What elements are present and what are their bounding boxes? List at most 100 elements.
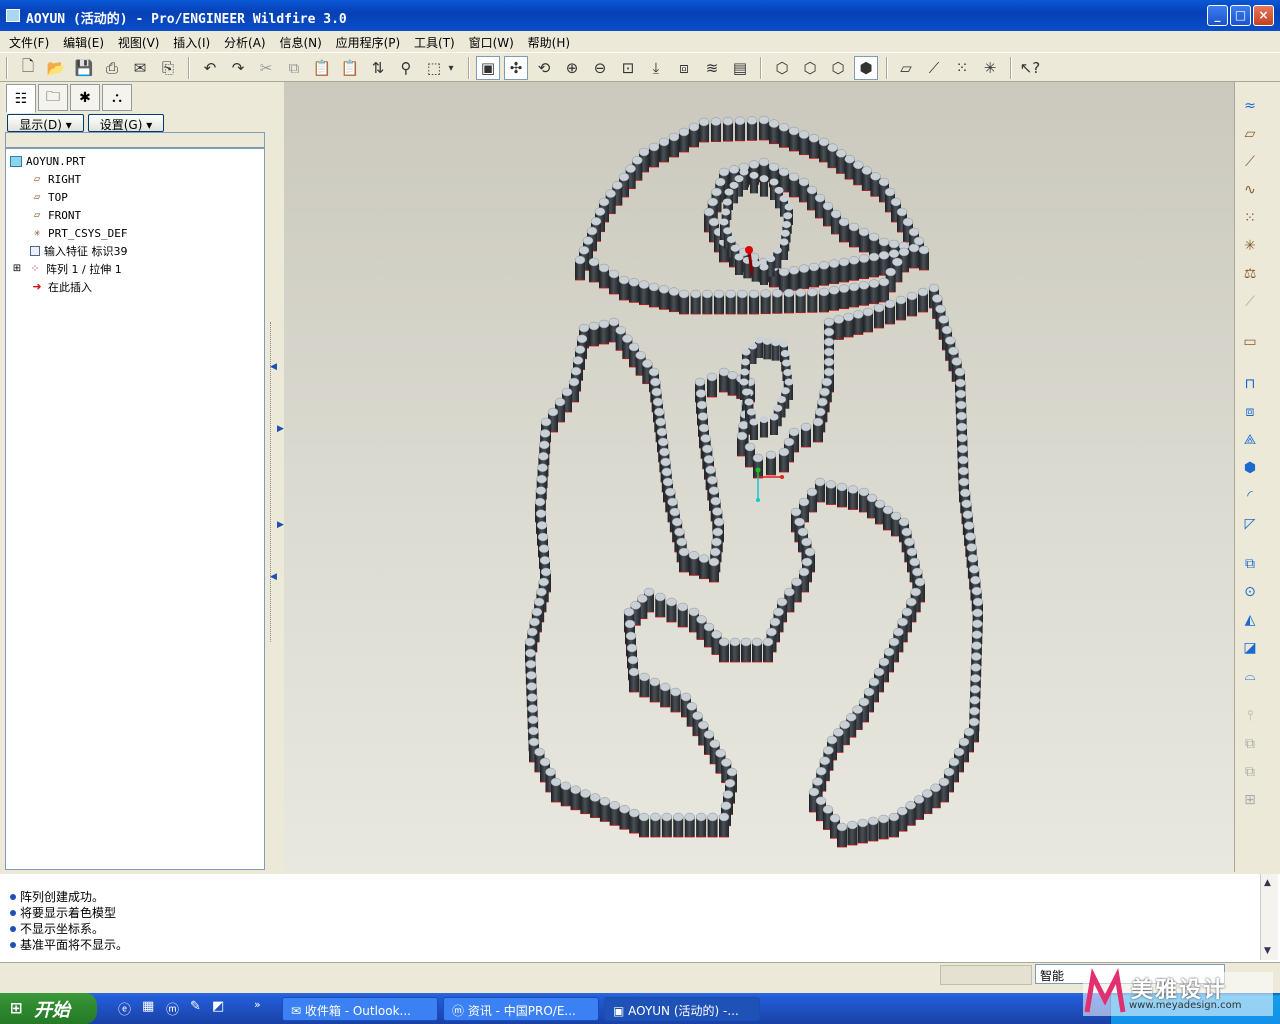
maximize-button[interactable]: □ — [1230, 5, 1251, 26]
menu-info[interactable]: 信息(N) — [274, 31, 326, 52]
paste-special-icon[interactable]: 📋 — [338, 56, 362, 80]
shell-tool-icon[interactable]: ⊙ — [1238, 580, 1262, 604]
extrude-tool-icon[interactable]: ⊓ — [1238, 372, 1262, 396]
task-browser[interactable]: ⓜ 资讯 - 中国PRO/E... — [443, 997, 599, 1021]
wireframe-icon[interactable]: ⬡ — [770, 56, 794, 80]
boundary-blend-icon[interactable]: ⬢ — [1238, 456, 1262, 480]
start-button[interactable]: ⊞ 开始 — [0, 993, 97, 1024]
menu-analysis[interactable]: 分析(A) — [219, 31, 271, 52]
save-icon[interactable]: 💾 — [72, 56, 96, 80]
send-link-icon[interactable]: ⎘ — [156, 56, 180, 80]
menu-view[interactable]: 视图(V) — [113, 31, 165, 52]
new-file-icon[interactable]: 🗋 — [16, 56, 40, 80]
undo-icon[interactable]: ↶ — [198, 56, 222, 80]
datum-curve-tool-icon[interactable]: ∿ — [1238, 178, 1262, 202]
quick-launch-ie-icon[interactable]: ⓔ — [118, 999, 131, 1018]
redo-icon[interactable]: ↷ — [226, 56, 250, 80]
quick-launch-app-icon[interactable]: ◩ — [212, 999, 224, 1014]
collapse-left-arrow-icon[interactable]: ◀ — [270, 362, 277, 372]
refit-icon[interactable]: ⊡ — [616, 56, 640, 80]
revolve-tool-icon[interactable]: ⧈ — [1238, 400, 1262, 424]
tree-item-right[interactable]: ▱ RIGHT — [30, 170, 81, 188]
sketch-tool-icon[interactable]: ▭ — [1238, 330, 1262, 354]
close-button[interactable]: × — [1253, 5, 1274, 26]
tree-item-import-feature[interactable]: 输入特征 标识39 — [30, 242, 128, 260]
trim-tool-icon[interactable]: ⧉ — [1238, 760, 1262, 784]
tree-item-pattern[interactable]: ⊞ ⁘ 阵列 1 / 拉伸 1 — [12, 260, 122, 278]
spin-center-icon[interactable]: ✣ — [504, 56, 528, 80]
no-hidden-icon[interactable]: ⬡ — [826, 56, 850, 80]
find-icon[interactable]: ⚲ — [394, 56, 418, 80]
cut-icon[interactable]: ✂ — [254, 56, 278, 80]
model-tree-tab[interactable]: ☷ — [6, 84, 36, 113]
variable-sweep-icon[interactable]: ⟁ — [1238, 428, 1262, 452]
tree-item-part[interactable]: AOYUN.PRT — [10, 152, 86, 170]
message-scrollbar[interactable]: ▲ ▼ — [1260, 874, 1278, 960]
datum-axis-tool-icon[interactable]: ⟋ — [1238, 150, 1262, 174]
open-folder-icon[interactable]: 📂 — [44, 56, 68, 80]
menu-edit[interactable]: 编辑(E) — [58, 31, 109, 52]
minimize-button[interactable]: _ — [1207, 5, 1228, 26]
task-proe[interactable]: ▣ AOYUN (活动的) -... — [604, 997, 760, 1021]
shading-icon[interactable]: ⬢ — [854, 56, 878, 80]
hole-tool-icon[interactable]: ⧉ — [1238, 552, 1262, 576]
menu-window[interactable]: 窗口(W) — [464, 31, 519, 52]
tree-item-front[interactable]: ▱ FRONT — [30, 206, 81, 224]
folder-browser-tab[interactable]: 🗀 — [38, 84, 68, 111]
quick-launch-messenger-icon[interactable]: ⓜ — [166, 999, 179, 1018]
mirror-tool-icon[interactable]: ⫯ — [1238, 704, 1262, 728]
repaint-icon[interactable]: ▣ — [476, 56, 500, 80]
quick-launch-editor-icon[interactable]: ✎ — [190, 999, 201, 1014]
datum-plane-tool-icon[interactable]: ▱ — [1238, 122, 1262, 146]
datum-point-tool-icon[interactable]: ⁙ — [1238, 206, 1262, 230]
datum-points-toggle-icon[interactable]: ⁙ — [950, 56, 974, 80]
menu-file[interactable]: 文件(F) — [4, 31, 54, 52]
menu-insert[interactable]: 插入(I) — [168, 31, 215, 52]
chamfer-tool-icon[interactable]: ◸ — [1238, 512, 1262, 536]
round-tool-icon[interactable]: ◜ — [1238, 484, 1262, 508]
send-mail-icon[interactable]: ✉ — [128, 56, 152, 80]
favorites-tab[interactable]: ✱ — [70, 84, 100, 111]
sketch-datum-curve-icon[interactable]: ≈ — [1238, 94, 1262, 118]
expand-plus-icon[interactable]: ⊞ — [12, 263, 22, 275]
tree-item-top[interactable]: ▱ TOP — [30, 188, 68, 206]
quick-launch-overflow[interactable]: » — [254, 998, 261, 1011]
menu-help[interactable]: 帮助(H) — [523, 31, 575, 52]
hidden-line-icon[interactable]: ⬡ — [798, 56, 822, 80]
collapse-left-arrow-icon[interactable]: ◀ — [270, 572, 277, 582]
orient-mode-icon[interactable]: ⟲ — [532, 56, 556, 80]
scroll-up-arrow-icon[interactable]: ▲ — [1264, 878, 1271, 888]
reorient-icon[interactable]: ⤓ — [644, 56, 668, 80]
settings-dropdown[interactable]: 设置(G) ▾ — [88, 114, 164, 132]
datum-inactive-icon[interactable]: ⟋ — [1238, 290, 1262, 314]
csys-tool-icon[interactable]: ✳ — [1238, 234, 1262, 258]
layers-icon[interactable]: ≋ — [700, 56, 724, 80]
draft-tool-icon[interactable]: ◪ — [1238, 636, 1262, 660]
saved-views-icon[interactable]: ⧈ — [672, 56, 696, 80]
panel-splitter[interactable]: ◀ ▶ ▶ ◀ — [266, 82, 284, 872]
collapse-right-arrow-icon[interactable]: ▶ — [277, 520, 284, 530]
select-box-icon[interactable]: ⬚ — [422, 56, 446, 80]
print-icon[interactable]: ⎙ — [100, 56, 124, 80]
connections-tab[interactable]: ⛬ — [102, 84, 132, 111]
menu-tools[interactable]: 工具(T) — [409, 31, 460, 52]
pattern-tool-icon[interactable]: ⊞ — [1238, 788, 1262, 812]
rib-tool-icon[interactable]: ◭ — [1238, 608, 1262, 632]
quick-launch-desktop-icon[interactable]: ▦ — [142, 999, 154, 1014]
collapse-right-arrow-icon[interactable]: ▶ — [277, 424, 284, 434]
datum-axes-toggle-icon[interactable]: ⟋ — [922, 56, 946, 80]
graphics-viewport[interactable] — [284, 82, 1234, 872]
context-help-icon[interactable]: ↖? — [1018, 56, 1042, 80]
task-outlook[interactable]: ✉ 收件箱 - Outlook... — [282, 997, 438, 1021]
regenerate-icon[interactable]: ⇅ — [366, 56, 390, 80]
show-dropdown[interactable]: 显示(D) ▾ — [7, 114, 84, 132]
menu-applications[interactable]: 应用程序(P) — [331, 31, 406, 52]
zoom-out-icon[interactable]: ⊖ — [588, 56, 612, 80]
style-tool-icon[interactable]: ⌓ — [1238, 664, 1262, 688]
tree-item-insert-here[interactable]: ➜ 在此插入 — [30, 278, 92, 296]
datum-planes-toggle-icon[interactable]: ▱ — [894, 56, 918, 80]
view-manager-icon[interactable]: ▤ — [728, 56, 752, 80]
select-dropdown-icon[interactable]: ▾ — [444, 56, 458, 80]
tree-item-csys[interactable]: ✳ PRT_CSYS_DEF — [30, 224, 128, 242]
copy-icon[interactable]: ⧉ — [282, 56, 306, 80]
